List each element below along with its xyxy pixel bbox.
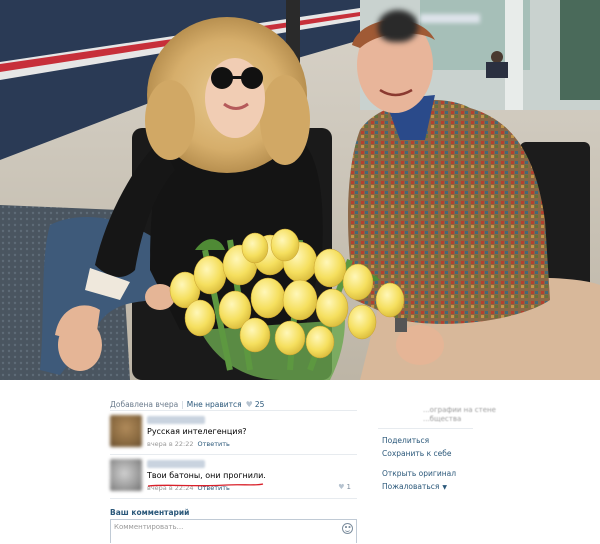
comment-item: Твои батоны, они прогнили. вчера в 22:24… (110, 459, 357, 495)
caret-down-icon: ▼ (442, 484, 448, 491)
smiley-icon[interactable] (342, 523, 353, 534)
divider (110, 454, 357, 455)
owner-avatar[interactable] (378, 10, 418, 42)
comment-author-name[interactable] (147, 416, 205, 424)
your-comment-heading: Ваш комментарий (110, 508, 190, 517)
heart-icon: ♥ (338, 483, 345, 491)
heart-icon[interactable]: ♥ (246, 400, 253, 409)
open-original-link[interactable]: Открыть оригинал (382, 469, 456, 478)
reply-button[interactable]: Ответить (197, 440, 229, 448)
owner-album-line1: ...ографии на стене (423, 406, 496, 414)
report-label: Пожаловаться (382, 482, 440, 491)
comment-text: Твои батоны, они прогнили. (147, 471, 266, 480)
comment-avatar[interactable] (110, 459, 142, 491)
meta-separator: | (181, 400, 184, 409)
comment-like-count: 1 (346, 483, 351, 491)
report-link[interactable]: Пожаловаться ▼ (382, 482, 447, 491)
owner-name[interactable] (420, 14, 480, 23)
owner-album-line2: ...бщества (423, 415, 462, 423)
comment-time[interactable]: вчера в 22:22 (147, 440, 193, 448)
like-count: 25 (254, 400, 265, 409)
comment-box (110, 519, 357, 543)
divider (110, 498, 357, 499)
comment-info: вчера в 22:22 Ответить (147, 440, 230, 448)
red-underline-mark (147, 483, 264, 487)
comment-like[interactable]: ♥ 1 (338, 483, 351, 491)
share-link[interactable]: Поделиться (382, 436, 429, 445)
comment-text: Русская интелегенция? (147, 427, 247, 436)
divider (378, 428, 473, 429)
post-photo[interactable] (0, 0, 600, 380)
like-button[interactable]: Мне нравится (187, 400, 242, 409)
owner-album[interactable]: ...ографии на стене ...бщества (423, 406, 496, 424)
comment-author-name[interactable] (147, 460, 205, 468)
post-meta: Добавлена вчера | Мне нравится ♥ 25 (110, 400, 264, 409)
post-added-date: Добавлена вчера (110, 400, 179, 409)
comment-input[interactable] (114, 523, 339, 531)
divider (110, 410, 357, 411)
comment-avatar[interactable] (110, 415, 142, 447)
comment-item: Русская интелегенция? вчера в 22:22 Ответ… (110, 415, 357, 451)
save-link[interactable]: Сохранить к себе (382, 449, 451, 458)
